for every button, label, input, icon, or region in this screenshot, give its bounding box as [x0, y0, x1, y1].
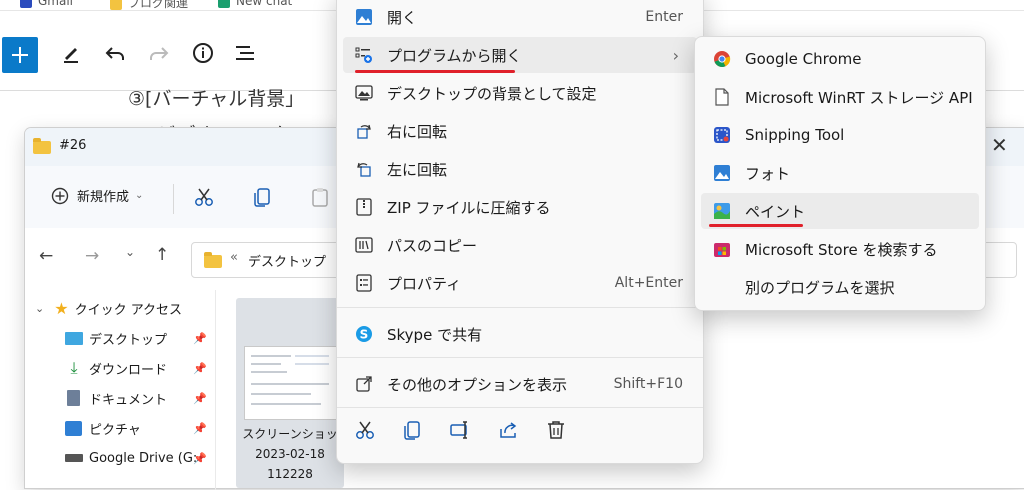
nav-pictures[interactable]: ピクチャ 📌: [25, 414, 215, 442]
folder-icon: [33, 138, 51, 154]
pin-icon[interactable]: 📌: [193, 422, 207, 435]
photos-icon: [713, 164, 731, 182]
open-with-icon: [355, 46, 373, 64]
document-icon: [67, 390, 80, 406]
submenu-item-snipping-tool[interactable]: Snipping Tool: [701, 117, 979, 153]
red-underline: [709, 224, 803, 227]
file-item-screenshot[interactable]: スクリーンショッ 2023-02-18 112228: [236, 298, 344, 488]
folder-icon: [204, 252, 222, 268]
menu-item-rotate-right[interactable]: 右に回転: [343, 113, 697, 149]
rotate-left-icon: [355, 160, 373, 178]
body-line-1: ③[バーチャル背景」: [128, 88, 305, 110]
snipping-tool-icon: [713, 126, 731, 144]
cut-icon[interactable]: [193, 186, 215, 212]
zip-icon: [355, 198, 373, 216]
add-circle-icon: [51, 187, 69, 204]
blank-file-icon: [713, 88, 731, 106]
redo-icon[interactable]: [146, 40, 172, 66]
pin-icon[interactable]: 📌: [193, 392, 207, 405]
new-label: 新規作成: [77, 190, 130, 205]
star-icon: ★: [54, 298, 69, 318]
submenu-item-winrt[interactable]: Microsoft WinRT ストレージ API: [701, 79, 979, 115]
set-wallpaper-icon: [355, 84, 373, 102]
menu-item-set-wallpaper[interactable]: デスクトップの背景として設定: [343, 75, 697, 111]
breadcrumb-desktop[interactable]: デスクトップ: [248, 251, 326, 270]
menu-item-more-options[interactable]: その他のオプションを表示 Shift+F10: [343, 366, 697, 402]
open-with-submenu: Google Chrome Microsoft WinRT ストレージ API …: [694, 36, 986, 311]
share-icon[interactable]: [497, 419, 519, 441]
drive-icon: [65, 454, 83, 462]
chevron-down-icon: ⌄: [35, 301, 45, 315]
chevron-right-icon: ›: [672, 45, 679, 65]
svg-text:S: S: [360, 328, 369, 342]
close-icon[interactable]: ✕: [991, 133, 1008, 157]
nav-google-drive[interactable]: Google Drive (G: 📌: [25, 444, 215, 472]
bookmark-new-chat[interactable]: New chat: [218, 0, 292, 8]
file-thumbnail: [244, 346, 338, 420]
file-name: スクリーンショッ 2023-02-18 112228: [242, 427, 338, 481]
paste-icon[interactable]: [309, 186, 331, 212]
pictures-icon: [65, 420, 82, 436]
menu-item-open[interactable]: 開く Enter: [343, 0, 697, 35]
menu-item-open-with[interactable]: プログラムから開く ›: [343, 37, 697, 73]
context-menu: 開く Enter プログラムから開く › デスクトップの背景として設定 右に回転…: [336, 0, 704, 464]
paint-icon: [713, 202, 731, 220]
store-icon: [713, 240, 731, 258]
menu-separator: [337, 357, 703, 358]
recent-locations-icon[interactable]: ⌄: [125, 245, 135, 259]
nav-quick-access[interactable]: ⌄ ★ クイック アクセス: [25, 294, 215, 322]
bookmark-gmail[interactable]: Gmail: [20, 0, 73, 8]
rotate-right-icon: [355, 122, 373, 140]
menu-item-rotate-left[interactable]: 左に回転: [343, 151, 697, 187]
info-icon[interactable]: [190, 40, 216, 66]
cut-icon[interactable]: [354, 419, 376, 441]
navigation-pane: ⌄ ★ クイック アクセス デスクトップ 📌 ⤓ ダウンロード 📌 ドキュメント…: [25, 290, 215, 490]
chevron-down-icon: ⌄: [135, 190, 144, 201]
menu-item-zip[interactable]: ZIP ファイルに圧縮する: [343, 189, 697, 225]
nav-documents[interactable]: ドキュメント 📌: [25, 384, 215, 412]
nav-desktop[interactable]: デスクトップ 📌: [25, 324, 215, 352]
back-icon[interactable]: ←: [39, 246, 53, 266]
red-underline: [355, 70, 515, 73]
properties-icon: [355, 274, 373, 292]
new-button[interactable]: 新規作成 ⌄: [51, 186, 143, 205]
forward-icon[interactable]: →: [85, 246, 99, 266]
submenu-item-store[interactable]: Microsoft Store を検索する: [701, 231, 979, 267]
download-icon: ⤓: [70, 358, 78, 377]
open-image-icon: [355, 8, 373, 26]
menu-separator: [337, 307, 703, 308]
pin-icon[interactable]: 📌: [193, 452, 207, 465]
pin-icon[interactable]: 📌: [193, 332, 207, 345]
submenu-item-choose-another[interactable]: 別のプログラムを選択: [701, 269, 979, 305]
divider: [173, 184, 174, 214]
rename-icon[interactable]: [449, 419, 471, 441]
breadcrumb-overflow[interactable]: «: [230, 250, 238, 265]
desktop-icon: [65, 331, 83, 345]
window-title: #26: [59, 138, 87, 153]
pen-icon[interactable]: [58, 40, 84, 66]
menu-item-properties[interactable]: プロパティ Alt+Enter: [343, 265, 697, 301]
more-options-icon: [355, 375, 373, 393]
menu-item-copy-path[interactable]: パスのコピー: [343, 227, 697, 263]
gmail-icon: [20, 0, 32, 8]
add-block-button[interactable]: [2, 37, 38, 73]
submenu-item-photos[interactable]: フォト: [701, 155, 979, 191]
skype-icon: S: [355, 325, 373, 343]
pin-icon[interactable]: 📌: [193, 362, 207, 375]
menu-item-skype-share[interactable]: S Skype で共有: [343, 316, 697, 352]
list-view-icon[interactable]: [232, 40, 258, 66]
copy-path-icon: [355, 236, 373, 254]
menu-separator: [337, 407, 703, 408]
nav-downloads[interactable]: ⤓ ダウンロード 📌: [25, 354, 215, 382]
chat-icon: [218, 0, 230, 8]
submenu-item-chrome[interactable]: Google Chrome: [701, 41, 979, 77]
copy-icon[interactable]: [401, 419, 423, 441]
copy-icon[interactable]: [251, 186, 273, 212]
delete-icon[interactable]: [545, 419, 567, 441]
up-icon[interactable]: ↑: [155, 245, 169, 265]
undo-icon[interactable]: [102, 40, 128, 66]
bookmark-blog[interactable]: ブログ関連: [110, 0, 188, 10]
folder-icon: [110, 0, 122, 10]
chrome-icon: [713, 50, 731, 68]
